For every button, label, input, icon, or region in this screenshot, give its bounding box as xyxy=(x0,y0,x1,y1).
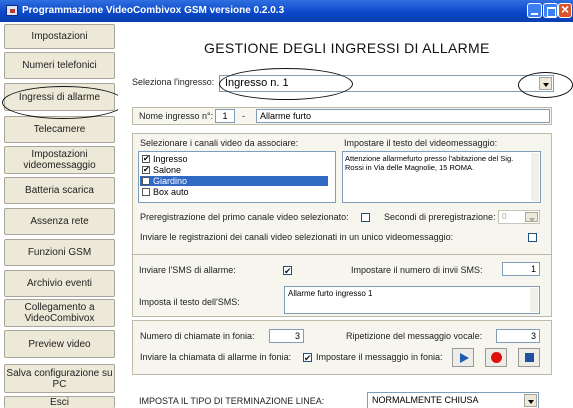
sidebar-item-numeri-telefonici[interactable]: Numeri telefonici xyxy=(4,52,115,79)
list-item[interactable]: Box auto xyxy=(140,187,328,197)
highlight-circle xyxy=(518,72,573,98)
sidebar-item-impostazioni-videomessaggio[interactable]: Impostazioni videomessaggio xyxy=(4,146,115,174)
minimize-button[interactable] xyxy=(527,3,542,18)
video-message-text: Attenzione allarmefurto presso l'abitazi… xyxy=(345,154,514,172)
sidebar-item-impostazioni[interactable]: Impostazioni xyxy=(4,24,115,49)
stop-icon xyxy=(525,353,534,362)
channels-label: Selezionare i canali video da associare: xyxy=(140,138,299,148)
close-button[interactable] xyxy=(558,1,572,18)
sms-count-label: Impostare il numero di invii SMS: xyxy=(351,265,483,275)
list-item[interactable]: ✔ Giardino xyxy=(140,176,328,186)
channels-list[interactable]: ✔ Ingresso ✔ Salone ✔ Giardino Box auto xyxy=(138,151,336,203)
check-icon[interactable] xyxy=(142,188,150,196)
single-message-checkbox[interactable] xyxy=(528,233,537,242)
sms-send-label: Inviare l'SMS di allarme: xyxy=(139,265,236,275)
sidebar-item-assenza-rete[interactable]: Assenza rete xyxy=(4,208,115,235)
sms-text-value: Allarme furto ingresso 1 xyxy=(288,289,373,298)
page-title: GESTIONE DEGLI INGRESSI DI ALLARME xyxy=(204,40,490,56)
sidebar-item-telecamere[interactable]: Telecamere xyxy=(4,116,115,143)
voice-repeat-field[interactable]: 3 xyxy=(496,329,540,343)
app-icon xyxy=(6,5,18,16)
check-icon[interactable]: ✔ xyxy=(142,155,150,163)
sidebar-item-salva-configurazione[interactable]: Salva configurazione su PC xyxy=(4,364,115,393)
voice-send-checkbox[interactable]: ✔ xyxy=(303,353,312,363)
check-icon[interactable]: ✔ xyxy=(142,166,150,174)
highlight-circle xyxy=(2,86,125,119)
highlight-circle xyxy=(219,68,353,100)
record-icon xyxy=(491,352,502,363)
name-separator: - xyxy=(242,111,245,121)
prerecording-checkbox[interactable] xyxy=(361,213,370,222)
video-settings-group: Selezionare i canali video da associare:… xyxy=(132,133,552,267)
scrollbar[interactable] xyxy=(530,288,538,312)
voice-group: Numero di chiamate in fonia: 3 Ripetizio… xyxy=(132,320,552,375)
list-item[interactable]: ✔ Salone xyxy=(140,165,328,175)
stop-button[interactable] xyxy=(518,348,540,367)
sidebar: Impostazioni Numeri telefonici Ingressi … xyxy=(0,22,118,408)
record-button[interactable] xyxy=(485,348,507,367)
chevron-down-icon[interactable] xyxy=(524,394,537,407)
input-name-label: Nome ingresso n°: xyxy=(139,111,214,121)
voice-send-label: Inviare la chiamata di allarme in fonia: xyxy=(140,352,292,362)
prerecording-label: Preregistrazione del primo canale video … xyxy=(140,212,349,222)
window-title: Programmazione VideoCombivox GSM version… xyxy=(22,5,285,16)
sms-group: Inviare l'SMS di allarme: ✔ Impostare il… xyxy=(132,254,552,317)
input-number-field[interactable]: 1 xyxy=(215,109,235,123)
voice-calls-label: Numero di chiamate in fonia: xyxy=(140,331,255,341)
voice-set-message-label: Impostare il messaggio in fonia: xyxy=(316,352,443,362)
play-button[interactable] xyxy=(452,348,474,367)
sidebar-item-collegamento[interactable]: Collegamento a VideoCombivox xyxy=(4,299,115,327)
scrollbar[interactable] xyxy=(531,153,539,201)
input-name-field[interactable]: Allarme furto xyxy=(256,109,550,123)
prerecording-seconds-label: Secondi di preregistrazione: xyxy=(384,212,496,222)
chevron-down-icon[interactable] xyxy=(525,212,538,222)
video-message-label: Impostare il testo del videomessaggio: xyxy=(344,138,498,148)
main-panel: GESTIONE DEGLI INGRESSI DI ALLARME Selez… xyxy=(118,22,573,408)
sidebar-item-archivio-eventi[interactable]: Archivio eventi xyxy=(4,270,115,297)
maximize-button[interactable] xyxy=(543,3,558,18)
sidebar-item-funzioni-gsm[interactable]: Funzioni GSM xyxy=(4,239,115,266)
single-message-label: Inviare le registrazioni dei canali vide… xyxy=(140,232,454,242)
sms-text-label: Imposta il testo dell'SMS: xyxy=(139,297,240,307)
voice-repeat-label: Ripetizione del messaggio vocale: xyxy=(346,331,483,341)
voice-calls-field[interactable]: 3 xyxy=(269,329,304,343)
line-type-label: IMPOSTA IL TIPO DI TERMINAZIONE LINEA: xyxy=(139,396,325,406)
video-message-textarea[interactable]: Attenzione allarmefurto presso l'abitazi… xyxy=(342,151,541,203)
select-input-label: Seleziona l'ingresso: xyxy=(132,77,215,87)
prerecording-seconds-combo[interactable]: 0 xyxy=(498,210,540,224)
check-icon[interactable]: ✔ xyxy=(142,177,150,185)
input-name-row: Nome ingresso n°: 1 - Allarme furto xyxy=(132,107,552,125)
sidebar-item-batteria-scarica[interactable]: Batteria scarica xyxy=(4,177,115,204)
sidebar-item-preview-video[interactable]: Preview video xyxy=(4,330,115,358)
sms-text-field[interactable]: Allarme furto ingresso 1 xyxy=(284,286,540,314)
sidebar-item-esci[interactable]: Esci xyxy=(4,396,115,408)
sms-count-field[interactable]: 1 xyxy=(502,262,540,276)
sms-send-checkbox[interactable]: ✔ xyxy=(283,266,292,276)
line-type-combo[interactable]: NORMALMENTE CHIUSA xyxy=(367,392,539,408)
title-bar: Programmazione VideoCombivox GSM version… xyxy=(0,0,573,22)
list-item[interactable]: ✔ Ingresso xyxy=(140,154,328,164)
play-icon xyxy=(460,353,469,363)
